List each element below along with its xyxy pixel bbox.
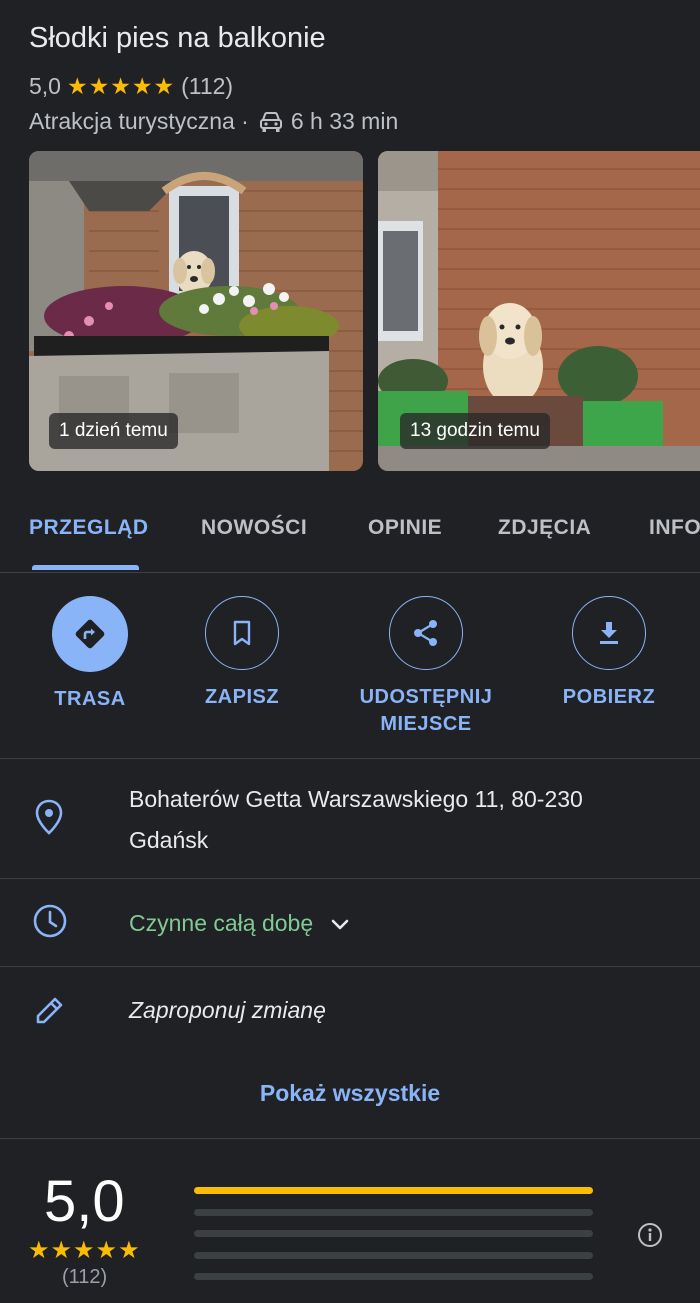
save-label: ZAPISZ [204, 686, 280, 708]
car-icon [259, 111, 283, 133]
tab-bar: PRZEGLĄD NOWOŚCI OPINIE ZDJĘCIA INFO [0, 498, 700, 573]
rating-line[interactable]: 5,0 ★★★★★ (112) [29, 73, 233, 100]
tab-photos[interactable]: ZDJĘCIA [498, 516, 591, 540]
download-button[interactable]: POBIERZ [519, 596, 699, 711]
star-rating: ★★★★★ [66, 73, 176, 99]
location-pin-icon [32, 798, 66, 841]
directions-icon [75, 619, 105, 649]
photo-age-badge: 1 dzień temu [49, 413, 178, 449]
share-icon [414, 620, 437, 646]
hours-status[interactable]: Czynne całą dobę [129, 903, 351, 944]
rating-bar-4 [194, 1209, 593, 1216]
pencil-icon [32, 992, 68, 1033]
address-text[interactable]: Bohaterów Getta Warszawskiego 11, 80-230… [129, 779, 583, 861]
active-tab-indicator [32, 565, 139, 570]
rating-bar-5 [194, 1187, 593, 1194]
clock-icon [32, 903, 68, 944]
review-count: (112) [181, 73, 234, 99]
place-photo-1[interactable]: 1 dzień temu [29, 151, 363, 471]
download-label: POBIERZ [562, 686, 656, 708]
save-button-circle[interactable] [205, 596, 279, 670]
tab-overview[interactable]: PRZEGLĄD [29, 516, 149, 540]
share-label-line1: UDOSTĘPNIJ [359, 686, 493, 708]
rating-bar-3 [194, 1230, 593, 1237]
tab-news[interactable]: NOWOŚCI [201, 516, 307, 540]
photo-age-badge: 13 godzin temu [400, 413, 550, 449]
save-button[interactable]: ZAPISZ [152, 596, 332, 711]
route-button-circle[interactable] [52, 596, 128, 672]
info-icon[interactable] [637, 1222, 663, 1253]
rating-summary-value: 5,0 [44, 1169, 125, 1234]
drive-time: 6 h 33 min [290, 108, 399, 134]
tab-info[interactable]: INFO [649, 516, 700, 540]
place-category: Atrakcja turystyczna · [29, 108, 249, 134]
share-button-circle[interactable] [389, 596, 463, 670]
share-button[interactable]: UDOSTĘPNIJ MIEJSCE [336, 596, 516, 738]
chevron-down-icon [331, 919, 349, 929]
place-photo-2[interactable]: 13 godzin temu [378, 151, 700, 471]
action-buttons: TRASA ZAPISZ UDOSTĘPNIJ MIEJSCE POBIERZ [0, 572, 700, 759]
show-all-link[interactable]: Pokaż wszystkie [0, 1080, 700, 1107]
address-line-2: Gdańsk [129, 827, 209, 853]
place-title: Słodki pies na balkonie [29, 22, 326, 54]
download-icon [600, 622, 618, 644]
rating-bar-2 [194, 1252, 593, 1259]
place-details-screen: Słodki pies na balkonie 5,0 ★★★★★ (112) … [0, 0, 700, 1303]
address-line-1: Bohaterów Getta Warszawskiego 11, 80-230 [129, 786, 583, 812]
suggest-edit-text[interactable]: Zaproponuj zmianę [129, 990, 326, 1031]
rating-value: 5,0 [29, 73, 61, 99]
share-label-line2: MIEJSCE [380, 713, 472, 735]
share-label: UDOSTĘPNIJ MIEJSCE [360, 684, 493, 738]
route-label: TRASA [54, 688, 126, 710]
bookmark-icon [233, 620, 251, 646]
hours-text: Czynne całą dobę [129, 910, 314, 936]
suggest-edit-row[interactable] [0, 967, 700, 1053]
category-line: Atrakcja turystyczna · 6 h 33 min [29, 108, 398, 135]
divider [0, 1138, 700, 1139]
rating-summary-count: (112) [62, 1266, 108, 1288]
rating-summary-stars: ★★★★★ [28, 1237, 141, 1264]
rating-bar-fill [194, 1187, 593, 1194]
rating-bar-1 [194, 1273, 593, 1280]
download-button-circle[interactable] [572, 596, 646, 670]
tab-reviews[interactable]: OPINIE [368, 516, 442, 540]
